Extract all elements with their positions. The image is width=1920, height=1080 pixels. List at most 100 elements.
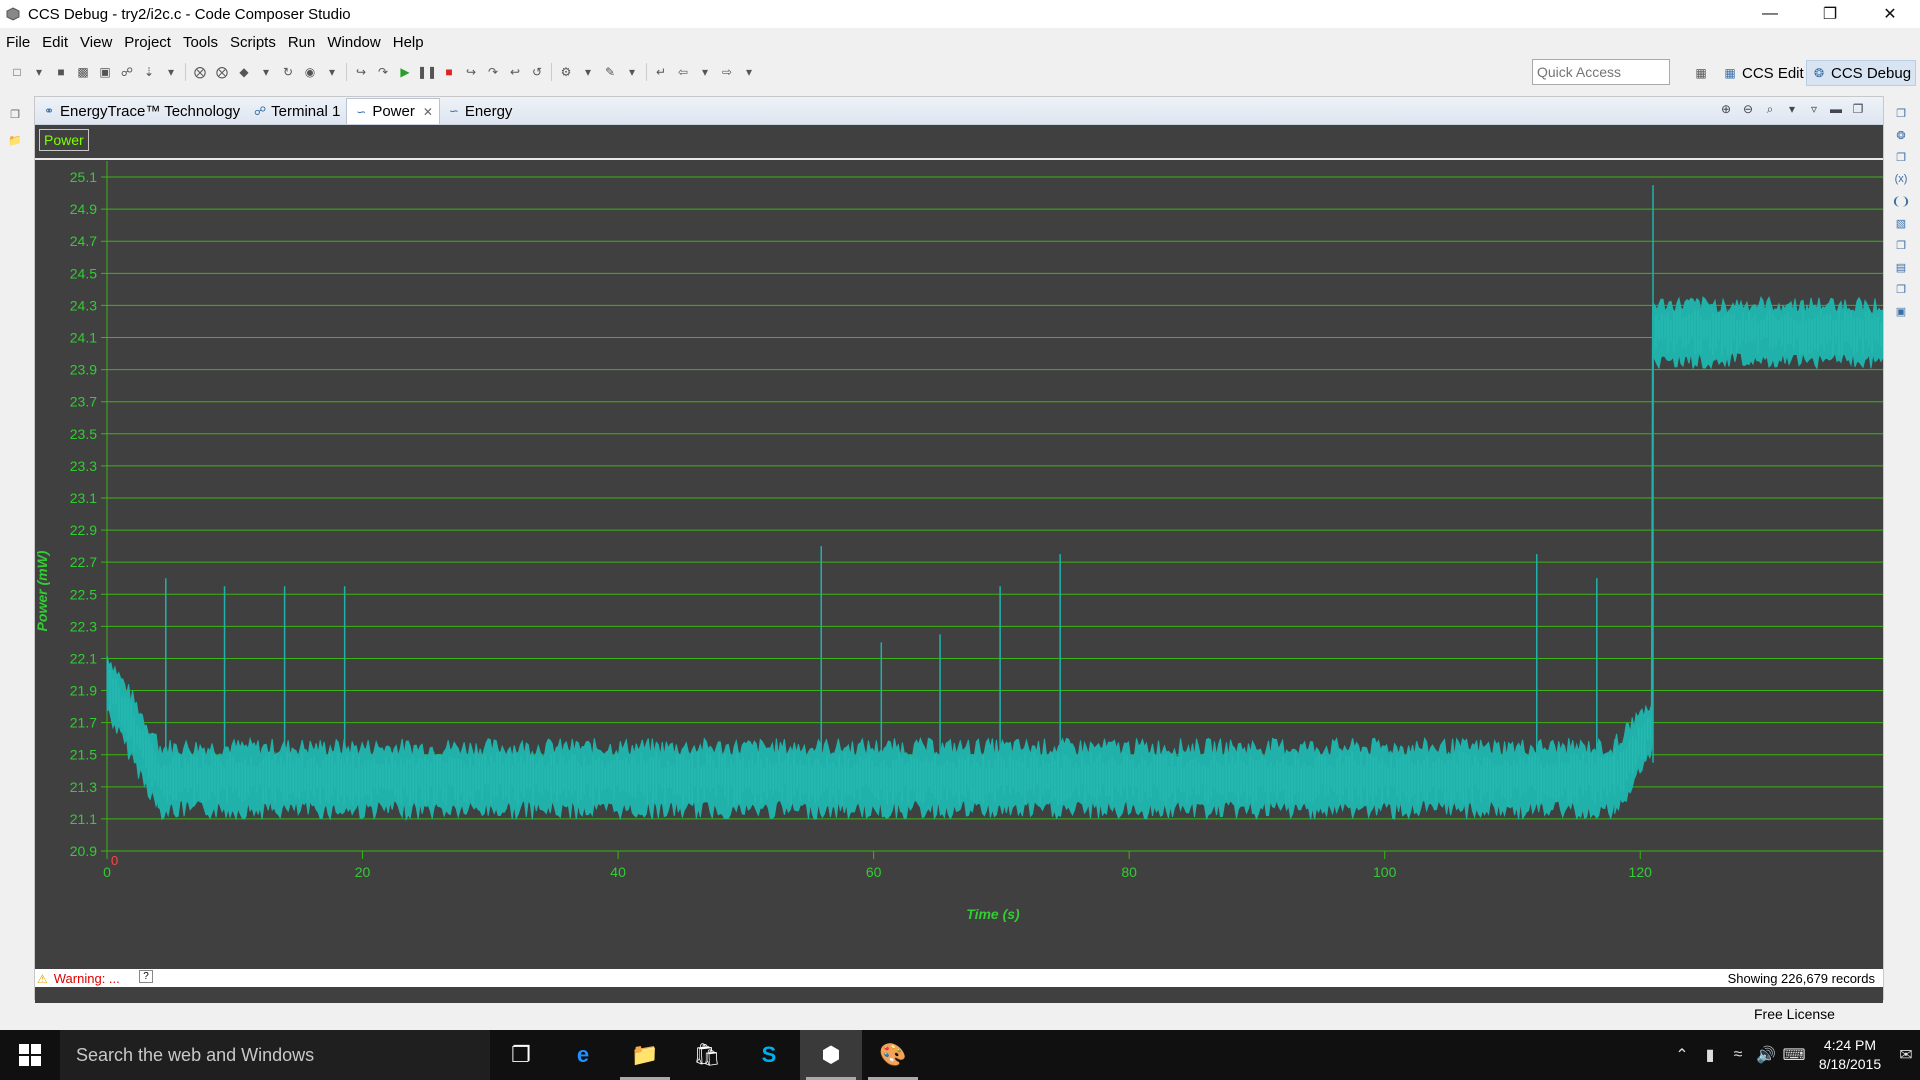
menu-window[interactable]: Window <box>321 34 386 51</box>
tab-power[interactable]: ∽ Power ✕ <box>346 98 440 124</box>
chevron-down-icon[interactable]: ▾ <box>1781 99 1803 119</box>
step-into-icon[interactable]: ↪ <box>352 63 370 81</box>
restore-button[interactable]: ❐ <box>1800 0 1860 28</box>
skype-icon[interactable]: S <box>738 1030 800 1080</box>
outline-icon[interactable]: ▣ <box>1890 302 1912 320</box>
save-all-icon[interactable]: ▩ <box>74 63 92 81</box>
keyboard-icon[interactable]: ⌨ <box>1780 1030 1808 1080</box>
zoom-out-icon[interactable]: ⊖ <box>1737 99 1759 119</box>
step-over-asm-icon[interactable]: ↷ <box>484 63 502 81</box>
plot-status-row: ⚠ Warning: ... ? Showing 226,679 records <box>35 969 1883 987</box>
connect-icon[interactable]: ☍ <box>118 63 136 81</box>
debug-icon[interactable]: ❂ <box>1890 126 1912 144</box>
step-over-icon[interactable]: ↷ <box>374 63 392 81</box>
minimize-button[interactable]: — <box>1740 0 1800 28</box>
warning-message[interactable]: ⚠ Warning: ... <box>37 971 120 986</box>
quick-access-input[interactable] <box>1532 59 1670 85</box>
dropdown-icon[interactable]: ▾ <box>696 63 714 81</box>
minimize-view-icon[interactable]: ▬ <box>1825 99 1847 119</box>
open-perspective-icon[interactable]: ▦ <box>1692 64 1710 82</box>
breakpoint-icon[interactable]: ⨂ <box>191 63 209 81</box>
perspective-ccs-debug[interactable]: ❂ CCS Debug <box>1806 60 1917 86</box>
project-explorer-icon[interactable]: 📁 <box>4 130 26 150</box>
menu-tools[interactable]: Tools <box>177 34 224 51</box>
debug-icon[interactable]: ◉ <box>301 63 319 81</box>
battery-icon[interactable]: ▮ <box>1696 1030 1724 1080</box>
warning-text: Warning: ... <box>53 971 120 986</box>
close-button[interactable]: ✕ <box>1860 0 1920 28</box>
plot-area[interactable]: Power 20.9 21.1 21.3 21.5 21.7 21.9 22.1 22.3 22… <box>35 125 1883 1003</box>
restore-icon[interactable]: ❐ <box>4 104 26 124</box>
menu-scripts[interactable]: Scripts <box>224 34 282 51</box>
suspend-icon[interactable]: ❚❚ <box>417 63 437 81</box>
build-icon[interactable]: ◆ <box>235 63 253 81</box>
help-button[interactable]: ? <box>139 970 153 983</box>
restore-icon[interactable]: ❐ <box>1890 236 1912 254</box>
tab-terminal[interactable]: ☍ Terminal 1 <box>246 98 346 124</box>
expressions-icon[interactable]: ❨❩ <box>1890 192 1912 210</box>
variables-icon[interactable]: (x) <box>1890 170 1912 188</box>
tab-energytrace[interactable]: ⚭ EnergyTrace™ Technology <box>35 98 246 124</box>
back-icon[interactable]: ⇦ <box>674 63 692 81</box>
menu-view[interactable]: View <box>74 34 118 51</box>
terminate-icon[interactable]: ■ <box>440 63 458 81</box>
wifi-icon[interactable]: ≈ <box>1724 1030 1752 1080</box>
start-button[interactable] <box>0 1030 60 1080</box>
file-explorer-icon[interactable]: 📁 <box>614 1030 676 1080</box>
dropdown-icon[interactable]: ▾ <box>257 63 275 81</box>
step-into-asm-icon[interactable]: ↪ <box>462 63 480 81</box>
menu-help[interactable]: Help <box>387 34 430 51</box>
dropdown-icon[interactable]: ▾ <box>30 63 48 81</box>
maximize-view-icon[interactable]: ❐ <box>1847 99 1869 119</box>
store-icon[interactable]: 🛍 <box>676 1030 738 1080</box>
debug-view-icon[interactable]: ▣ <box>96 63 114 81</box>
save-icon[interactable]: ■ <box>52 63 70 81</box>
tab-energy[interactable]: ∽ Energy <box>440 98 519 124</box>
menu-project[interactable]: Project <box>118 34 177 51</box>
settings-icon[interactable]: ⚙ <box>557 63 575 81</box>
dropdown-icon[interactable]: ▾ <box>323 63 341 81</box>
forward-icon[interactable]: ⇨ <box>718 63 736 81</box>
restore-icon[interactable]: ❐ <box>1890 104 1912 122</box>
perspective-ccs-edit[interactable]: ▦ CCS Edit <box>1718 60 1808 86</box>
last-edit-icon[interactable]: ↵ <box>652 63 670 81</box>
step-return-icon[interactable]: ↩ <box>506 63 524 81</box>
task-view-icon[interactable]: ❐ <box>490 1030 552 1080</box>
zoom-reset-icon[interactable]: ⌕ <box>1759 99 1781 119</box>
volume-icon[interactable]: 🔊 <box>1752 1030 1780 1080</box>
tab-label: Power <box>372 103 415 120</box>
menu-file[interactable]: File <box>0 34 36 51</box>
dropdown-icon[interactable]: ▾ <box>162 63 180 81</box>
clock[interactable]: 4:24 PM 8/18/2015 <box>1808 1036 1892 1074</box>
refresh-icon[interactable]: ↻ <box>279 63 297 81</box>
y-tick-label: 23.5 <box>70 426 97 442</box>
menu-run[interactable]: Run <box>282 34 322 51</box>
tab-label: Energy <box>464 102 513 120</box>
remove-breakpoint-icon[interactable]: ⨂ <box>213 63 231 81</box>
view-menu-icon[interactable]: ▿ <box>1803 99 1825 119</box>
zoom-in-icon[interactable]: ⊕ <box>1715 99 1737 119</box>
new-icon[interactable]: □ <box>8 63 26 81</box>
restore-icon[interactable]: ❐ <box>1890 280 1912 298</box>
resume-icon[interactable]: ▶ <box>396 63 414 81</box>
close-icon[interactable]: ✕ <box>423 105 433 119</box>
edge-icon[interactable]: e <box>552 1030 614 1080</box>
reset-icon[interactable]: ↺ <box>528 63 546 81</box>
paint-icon[interactable]: 🎨 <box>862 1030 924 1080</box>
console-icon[interactable]: ▤ <box>1890 258 1912 276</box>
registers-icon[interactable]: ▧ <box>1890 214 1912 232</box>
x-tick-label: 60 <box>866 864 882 880</box>
load-program-icon[interactable]: ⇣ <box>140 63 158 81</box>
power-chart[interactable]: 20.9 21.1 21.3 21.5 21.7 21.9 22.1 22.3 22.5 22.7… <box>35 161 1883 995</box>
menu-edit[interactable]: Edit <box>36 34 74 51</box>
notifications-icon[interactable]: ✉ <box>1892 1030 1920 1080</box>
restore-icon[interactable]: ❐ <box>1890 148 1912 166</box>
chevron-up-icon[interactable]: ⌃ <box>1668 1030 1696 1080</box>
taskbar-search[interactable]: Search the web and Windows <box>60 1030 490 1080</box>
dropdown-icon[interactable]: ▾ <box>740 63 758 81</box>
dropdown-icon[interactable]: ▾ <box>623 63 641 81</box>
tool-icon[interactable]: ✎ <box>601 63 619 81</box>
y-tick-label: 24.1 <box>70 330 97 346</box>
ccs-taskbar-icon[interactable]: ⬢ <box>800 1030 862 1080</box>
dropdown-icon[interactable]: ▾ <box>579 63 597 81</box>
